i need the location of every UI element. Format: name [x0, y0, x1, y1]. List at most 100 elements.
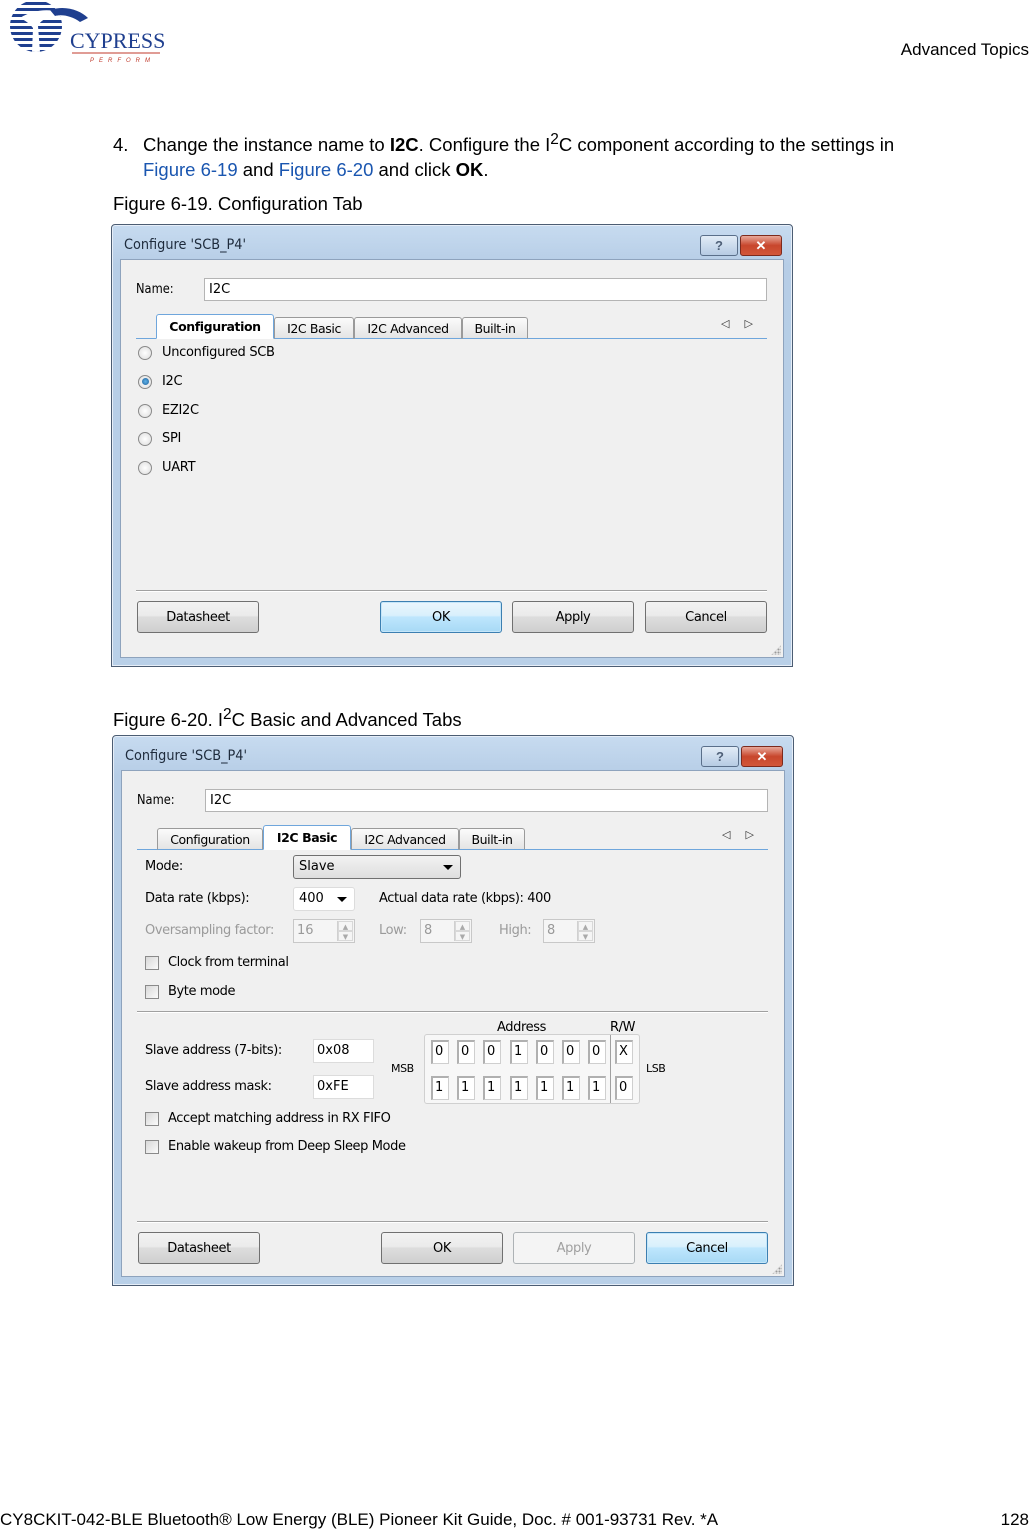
name-input[interactable]: I2C: [204, 278, 767, 301]
slave-mask-input[interactable]: 0xFE: [313, 1075, 374, 1099]
checkbox-label: Enable wakeup from Deep Sleep Mode: [168, 1139, 406, 1154]
mask-bit-2[interactable]: 1: [536, 1076, 554, 1100]
help-button[interactable]: ?: [701, 746, 739, 767]
dialog-title: Configure 'SCB_P4': [125, 748, 248, 764]
tab-scroll-arrows-icon[interactable]: ◁ ▷: [721, 317, 759, 330]
tab-i2c-basic[interactable]: I2C Basic: [263, 825, 351, 850]
spin-buttons[interactable]: ▲ ▼: [454, 921, 470, 941]
tab-i2c-basic[interactable]: I2C Basic: [274, 317, 354, 339]
radio-icon: [138, 403, 152, 418]
address-bit-grid: 0 0 0 1 0 0 0 X 1 1 1 1 1 1 1 0: [424, 1034, 640, 1104]
radio-ezi2c[interactable]: EZI2C: [138, 403, 199, 418]
mask-bit-0[interactable]: 1: [588, 1076, 606, 1100]
low-label: Low:: [379, 923, 407, 938]
oversampling-stepper[interactable]: 16 ▲ ▼: [293, 919, 355, 943]
mask-bit-1[interactable]: 1: [562, 1076, 580, 1100]
address-rw-bit[interactable]: X: [615, 1040, 633, 1064]
slave-mask-label: Slave address mask:: [145, 1079, 272, 1094]
link-figure-6-20[interactable]: Figure 6-20: [279, 159, 374, 180]
mask-rw-bit[interactable]: 0: [615, 1076, 633, 1100]
tab-configuration[interactable]: Configuration: [156, 314, 274, 339]
checkbox-accept-matching-address[interactable]: Accept matching address in RX FIFO: [145, 1111, 391, 1126]
mode-select[interactable]: Slave: [293, 855, 461, 879]
figure-caption-6-19: Figure 6-19. Configuration Tab: [113, 193, 363, 214]
apply-button[interactable]: Apply: [512, 601, 634, 633]
slave-address-input[interactable]: 0x08: [313, 1039, 374, 1063]
close-button[interactable]: ✕: [741, 746, 783, 767]
spin-up-icon: ▲: [455, 921, 470, 931]
step-number: 4.: [113, 134, 129, 156]
checkbox-icon: [145, 984, 159, 999]
dialog-title: Configure 'SCB_P4': [124, 237, 247, 253]
ok-button[interactable]: OK: [380, 601, 502, 633]
tab-built-in[interactable]: Built-in: [459, 828, 525, 850]
address-bit-3[interactable]: 1: [510, 1040, 528, 1064]
tab-i2c-advanced[interactable]: I2C Advanced: [354, 317, 462, 339]
data-rate-label: Data rate (kbps):: [145, 891, 250, 906]
tab-configuration[interactable]: Configuration: [157, 828, 263, 850]
radio-label: Unconfigured SCB: [162, 345, 275, 360]
address-bit-0[interactable]: 0: [588, 1040, 606, 1064]
checkbox-enable-wakeup[interactable]: Enable wakeup from Deep Sleep Mode: [145, 1139, 406, 1154]
low-stepper[interactable]: 8 ▲ ▼: [420, 919, 472, 943]
step-text: and: [237, 159, 279, 181]
data-rate-select[interactable]: 400: [293, 887, 355, 911]
cancel-button[interactable]: Cancel: [646, 1232, 768, 1264]
oversampling-value: 16: [297, 923, 314, 938]
address-bit-2[interactable]: 0: [536, 1040, 554, 1064]
resize-grip-icon[interactable]: [772, 1264, 782, 1274]
tab-bar: Configuration I2C Basic I2C Advanced Bui…: [136, 314, 767, 339]
high-stepper[interactable]: 8 ▲ ▼: [543, 919, 595, 943]
separator: [137, 1221, 768, 1223]
address-bit-4[interactable]: 0: [483, 1040, 501, 1064]
caption-text: Figure 6-20. I: [113, 709, 224, 731]
address-bit-5[interactable]: 0: [457, 1040, 475, 1064]
tab-scroll-arrows-icon[interactable]: ◁ ▷: [722, 828, 760, 841]
name-label: Name:: [136, 282, 174, 297]
spin-down-icon: ▼: [578, 931, 593, 941]
checkbox-clock-from-terminal[interactable]: Clock from terminal: [145, 955, 289, 970]
rw-divider: [610, 1035, 611, 1103]
close-button[interactable]: ✕: [740, 235, 782, 256]
help-button[interactable]: ?: [700, 235, 738, 256]
address-bit-1[interactable]: 0: [562, 1040, 580, 1064]
cypress-logo: CYPRESS PERFORM: [0, 0, 165, 70]
help-icon: ?: [715, 238, 723, 253]
tab-built-in[interactable]: Built-in: [462, 317, 528, 339]
radio-label: I2C: [162, 374, 183, 389]
radio-i2c[interactable]: I2C: [138, 374, 183, 389]
spin-buttons[interactable]: ▲ ▼: [577, 921, 593, 941]
svg-text:CYPRESS: CYPRESS: [70, 28, 165, 53]
name-label: Name:: [137, 793, 175, 808]
radio-label: EZI2C: [162, 403, 199, 418]
instruction-step: 4. Change the instance name to I2C. Confi…: [113, 127, 1031, 182]
figure-caption-6-20: Figure 6-20. I2C Basic and Advanced Tabs: [113, 706, 462, 731]
link-figure-6-19[interactable]: Figure 6-19: [143, 159, 238, 180]
checkbox-icon: [145, 1139, 159, 1154]
datasheet-button[interactable]: Datasheet: [137, 601, 259, 633]
ok-button[interactable]: OK: [381, 1232, 503, 1264]
name-input[interactable]: I2C: [205, 789, 768, 812]
radio-spi[interactable]: SPI: [138, 431, 181, 446]
mask-bit-6[interactable]: 1: [431, 1076, 449, 1100]
datasheet-button[interactable]: Datasheet: [138, 1232, 260, 1264]
apply-button[interactable]: Apply: [513, 1232, 635, 1264]
address-bit-6[interactable]: 0: [431, 1040, 449, 1064]
radio-unconfigured-scb[interactable]: Unconfigured SCB: [138, 345, 275, 360]
high-value: 8: [547, 923, 556, 938]
mask-bit-4[interactable]: 1: [483, 1076, 501, 1100]
mask-bit-5[interactable]: 1: [457, 1076, 475, 1100]
mask-bit-3[interactable]: 1: [510, 1076, 528, 1100]
radio-uart[interactable]: UART: [138, 460, 196, 475]
cancel-button[interactable]: Cancel: [645, 601, 767, 633]
oversampling-label: Oversampling factor:: [145, 923, 275, 938]
spin-buttons[interactable]: ▲ ▼: [337, 921, 353, 941]
radio-icon: [138, 460, 152, 475]
chevron-down-icon: [337, 897, 347, 902]
spin-up-icon: ▲: [338, 921, 353, 931]
resize-grip-icon[interactable]: [771, 645, 781, 655]
dialog-client-area: Name: I2C Configuration I2C Basic I2C Ad…: [120, 259, 784, 658]
checkbox-label: Accept matching address in RX FIFO: [168, 1111, 391, 1126]
tab-i2c-advanced[interactable]: I2C Advanced: [351, 828, 459, 850]
checkbox-byte-mode[interactable]: Byte mode: [145, 984, 236, 999]
